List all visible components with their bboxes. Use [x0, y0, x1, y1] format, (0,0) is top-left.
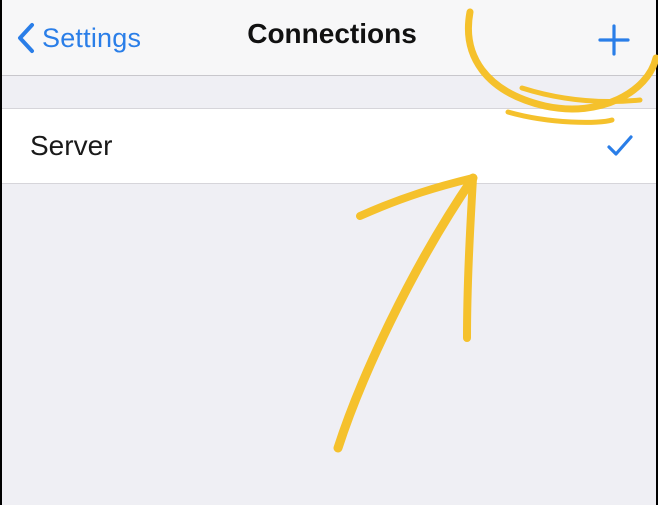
add-connection-button[interactable] — [592, 20, 636, 60]
section-spacer — [2, 76, 656, 108]
chevron-left-icon — [16, 22, 36, 54]
back-button-label: Settings — [42, 22, 142, 53]
plus-icon — [592, 20, 636, 60]
back-button[interactable]: Settings — [16, 16, 141, 60]
page-title-text: Connections — [247, 18, 417, 49]
checkmark-icon — [606, 133, 634, 164]
connections-list: Server — [2, 108, 656, 184]
list-item-label: Server — [30, 130, 113, 161]
phone-screen: Settings Connections Server — [2, 0, 656, 505]
navigation-bar: Settings Connections — [2, 0, 656, 76]
list-item-server[interactable]: Server — [2, 109, 656, 183]
